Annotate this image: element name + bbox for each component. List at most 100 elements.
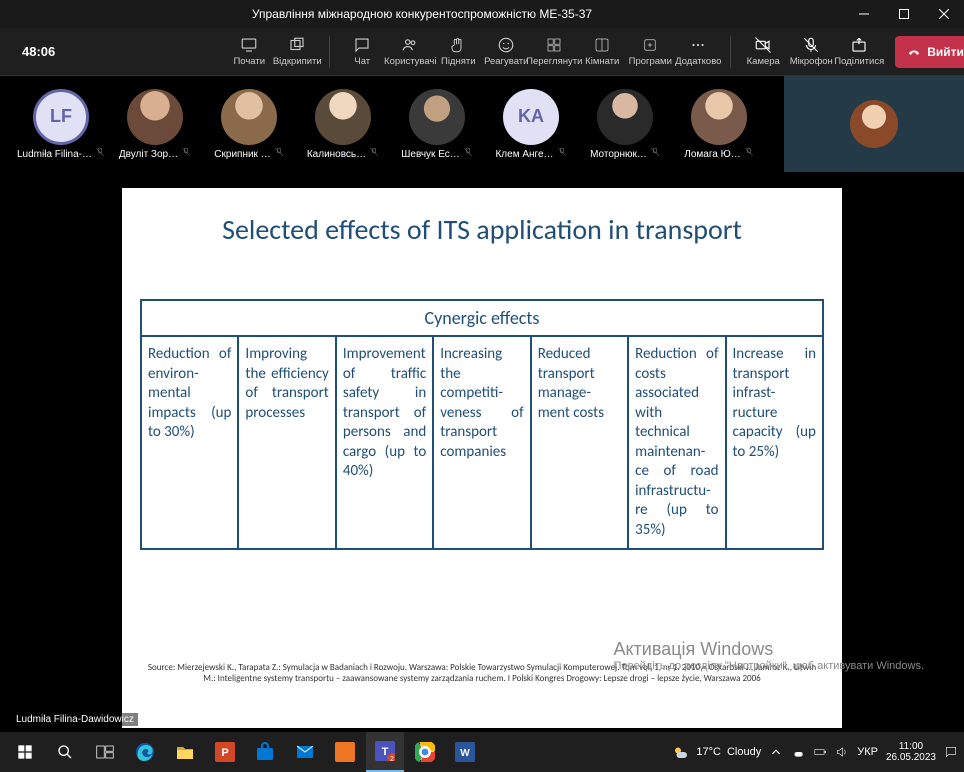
participant-name: Клем Анге… — [495, 149, 553, 160]
toolbar-label: Камера — [747, 56, 780, 67]
taskbar-weather[interactable]: 17°C Cloudy — [672, 743, 761, 761]
mic-muted-icon — [369, 147, 379, 157]
window-minimize-button[interactable] — [844, 0, 884, 28]
task-view-button[interactable] — [86, 732, 124, 772]
taskbar-language[interactable]: УКР — [857, 746, 878, 758]
mic-muted-icon — [557, 147, 567, 157]
toolbar-label: Відкрипити — [273, 56, 322, 67]
participant[interactable]: Моторнюк… — [584, 89, 666, 160]
slide-table: Cynergic effects Reduction of environ-me… — [140, 299, 824, 550]
meeting-timer: 48:06 — [22, 44, 55, 59]
table-cell: Reduction of costs associated with techn… — [629, 337, 726, 548]
svg-text:P: P — [221, 747, 228, 759]
avatar: KA — [503, 89, 559, 145]
weather-icon — [672, 743, 690, 761]
toolbar-react[interactable]: Реагувати — [482, 36, 530, 68]
toolbar-raise-hand[interactable]: Підняти — [434, 36, 482, 68]
toolbar-rooms[interactable]: Кімнати — [578, 36, 626, 68]
toolbar-camera[interactable]: Камера — [739, 36, 787, 68]
mic-muted-icon — [181, 147, 191, 157]
separator — [730, 36, 731, 68]
chevron-up-icon[interactable] — [769, 745, 783, 759]
toolbar-label: Програми — [629, 56, 672, 67]
mic-muted-icon — [95, 147, 105, 157]
apps-icon — [641, 36, 659, 54]
taskbar-app-mail[interactable] — [286, 732, 324, 772]
grid-icon — [545, 36, 563, 54]
search-button[interactable] — [46, 732, 84, 772]
monitor-icon — [240, 36, 258, 54]
toolbar-chat[interactable]: Чат — [338, 36, 386, 68]
participant[interactable]: Шевчук Ес… — [396, 89, 478, 160]
participant[interactable]: Скрипник … — [208, 89, 290, 160]
taskbar-app-generic[interactable] — [326, 732, 364, 772]
windows-icon — [17, 744, 33, 760]
taskbar-app-word[interactable]: W — [446, 732, 484, 772]
leave-label: Вийти — [927, 45, 964, 59]
windows-taskbar: P T2 W 17°C Cloudy УКР 11:00 26.05.2023 — [0, 732, 964, 772]
active-speaker-tile[interactable] — [784, 76, 964, 172]
participant[interactable]: Калиновсь… — [302, 89, 384, 160]
taskbar-app-powerpoint[interactable]: P — [206, 732, 244, 772]
chat-icon — [353, 36, 371, 54]
table-cell: Increase in transport infrast-ructure ca… — [727, 337, 822, 548]
smile-icon — [497, 36, 515, 54]
taskbar-app-explorer[interactable] — [166, 732, 204, 772]
rooms-icon — [593, 36, 611, 54]
toolbar-open[interactable]: Відкрипити — [273, 36, 321, 68]
separator — [329, 36, 330, 68]
toolbar-more[interactable]: Додатково — [674, 36, 722, 68]
participant-name: Калиновсь… — [307, 149, 366, 160]
volume-icon[interactable] — [835, 745, 849, 759]
avatar — [691, 89, 747, 145]
toolbar-mic[interactable]: Мікрофон — [787, 36, 835, 68]
window-close-button[interactable] — [924, 0, 964, 28]
taskbar-app-store[interactable] — [246, 732, 284, 772]
svg-text:W: W — [460, 748, 470, 759]
toolbar-apps[interactable]: Програми — [626, 36, 674, 68]
toolbar-people[interactable]: Користувачі — [386, 36, 434, 68]
teams-icon: T2 — [375, 741, 395, 761]
onedrive-icon[interactable] — [791, 745, 805, 759]
taskbar-clock[interactable]: 11:00 26.05.2023 — [886, 741, 936, 763]
participant[interactable]: KA Клем Анге… — [490, 89, 572, 160]
hangup-icon — [907, 45, 921, 59]
weather-cond: Cloudy — [727, 746, 761, 758]
presenter-name-tag: Ludmiła Filina-Dawidowicz — [12, 713, 138, 726]
table-header: Cynergic effects — [142, 301, 822, 337]
toolbar-label: Підняти — [441, 56, 476, 67]
mic-off-icon — [802, 36, 820, 54]
toolbar-label: Мікрофон — [790, 56, 833, 67]
taskview-icon — [96, 745, 114, 759]
taskbar-app-chrome[interactable] — [406, 732, 444, 772]
window-maximize-button[interactable] — [884, 0, 924, 28]
toolbar-view[interactable]: Переглянути — [530, 36, 578, 68]
participant[interactable]: LF Ludmiła Filina-… — [20, 89, 102, 160]
participant[interactable]: Двуліт Зор… — [114, 89, 196, 160]
taskbar-app-edge[interactable] — [126, 732, 164, 772]
notifications-icon[interactable] — [944, 745, 958, 759]
avatar: LF — [33, 89, 89, 145]
start-button[interactable] — [6, 732, 44, 772]
toolbar-start[interactable]: Почати — [225, 36, 273, 68]
battery-icon[interactable] — [813, 745, 827, 759]
participants-strip: LF Ludmiła Filina-… Двуліт Зор… Скрипник… — [0, 76, 964, 172]
more-icon — [689, 36, 707, 54]
app-icon — [335, 742, 355, 762]
leave-button[interactable]: Вийти — [895, 36, 964, 68]
search-icon — [57, 744, 73, 760]
avatar — [127, 89, 183, 145]
mic-muted-icon — [744, 147, 754, 157]
mic-muted-icon — [463, 147, 473, 157]
table-cell: Increasing the competiti-veness of trans… — [434, 337, 531, 548]
popout-icon — [288, 36, 306, 54]
powerpoint-icon: P — [215, 742, 235, 762]
table-cell: Improving the efficiency of transport pr… — [239, 337, 336, 548]
window-title: Управління міжнародною конкурентоспромож… — [0, 7, 844, 21]
taskbar-app-teams[interactable]: T2 — [366, 732, 404, 772]
toolbar-label: Реагувати — [484, 56, 528, 67]
slide-source: Source: Mierzejewski K., Tarapata Z.: Sy… — [142, 662, 822, 684]
toolbar-share[interactable]: Поділитися — [835, 36, 883, 68]
table-cell: Improvement of traffic safety in transpo… — [337, 337, 434, 548]
participant[interactable]: Ломага Ю… — [678, 89, 760, 160]
